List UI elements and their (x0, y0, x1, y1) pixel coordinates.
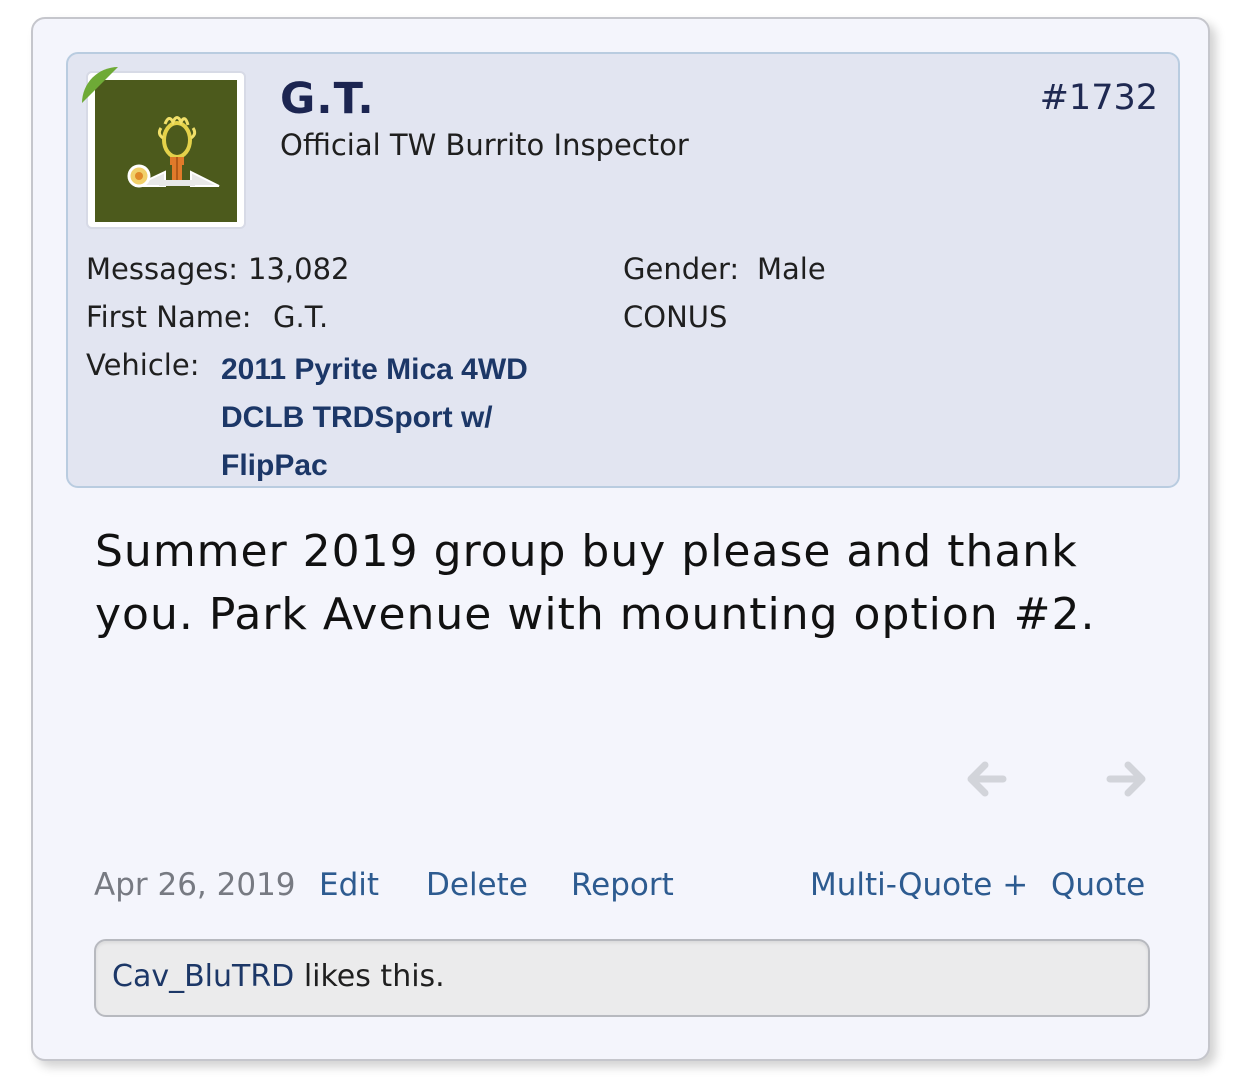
user-info-panel: G.T. Official TW Burrito Inspector #1732… (66, 52, 1180, 488)
likes-summary: Cav_BluTRD likes this. (94, 939, 1150, 1017)
arrow-right-icon[interactable] (1102, 754, 1152, 804)
vehicle-label: Vehicle: (86, 348, 200, 382)
gender-value: Male (757, 252, 826, 286)
post-date[interactable]: Apr 26, 2019 (94, 867, 296, 903)
arrow-left-icon[interactable] (961, 754, 1011, 804)
messages-label: Messages: (86, 252, 238, 286)
post-message: Summer 2019 group buy please and thank y… (95, 526, 1096, 640)
location-value: CONUS (623, 300, 728, 334)
likes-text: Cav_BluTRD likes this. (112, 959, 445, 994)
delete-link[interactable]: Delete (426, 867, 528, 903)
likes-suffix: likes this. (294, 959, 445, 994)
first-name-value: G.T. (273, 300, 329, 334)
multi-quote-link[interactable]: Multi-Quote + (810, 867, 1028, 903)
edit-link[interactable]: Edit (319, 867, 379, 903)
username[interactable]: G.T. (280, 74, 375, 124)
gender-label: Gender: (623, 252, 740, 286)
post-card: G.T. Official TW Burrito Inspector #1732… (31, 17, 1210, 1061)
messages-value: 13,082 (248, 252, 350, 286)
hoop-avatar-icon (95, 80, 237, 222)
quote-link[interactable]: Quote (1051, 867, 1145, 903)
liker-link[interactable]: Cav_BluTRD (112, 959, 294, 994)
user-title: Official TW Burrito Inspector (280, 128, 689, 162)
avatar[interactable] (86, 71, 246, 229)
first-name-label: First Name: (86, 300, 252, 334)
vehicle-value-link[interactable]: 2011 Pyrite Mica 4WD DCLB TRDSport w/ Fl… (221, 346, 581, 490)
report-link[interactable]: Report (571, 867, 674, 903)
post-number-link[interactable]: #1732 (1040, 78, 1158, 118)
